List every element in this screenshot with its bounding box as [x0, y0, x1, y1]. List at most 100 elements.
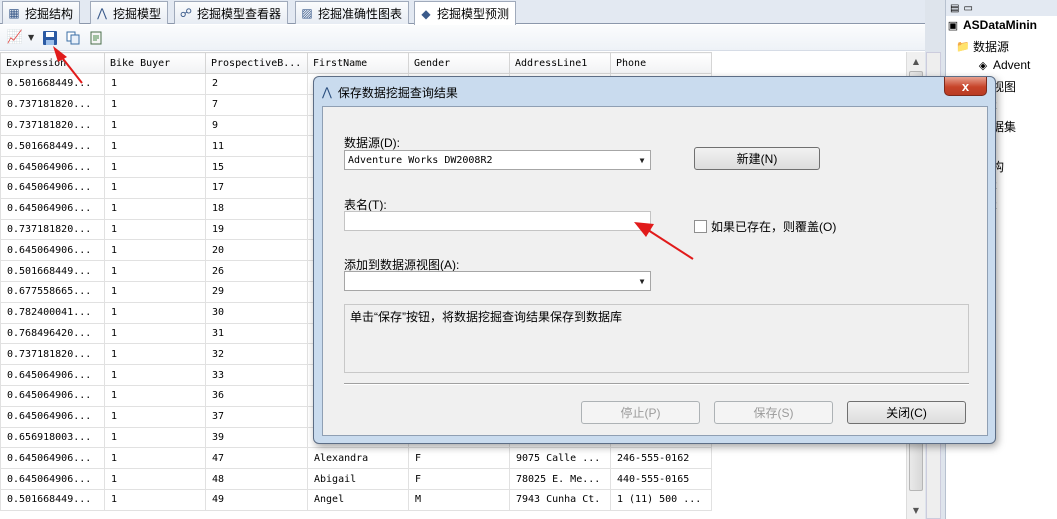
table-cell[interactable]: 0.645064906...	[0, 239, 105, 262]
table-cell[interactable]: 1 (11) 500 ...	[610, 488, 712, 511]
table-cell[interactable]: 246-555-0162	[610, 447, 712, 470]
table-cell[interactable]: 440-555-0165	[610, 468, 712, 490]
table-cell[interactable]: Abigail	[307, 468, 409, 490]
column-header[interactable]: Expression	[0, 52, 105, 74]
table-cell[interactable]: 1	[104, 135, 206, 158]
column-header[interactable]: FirstName	[307, 52, 409, 74]
table-cell[interactable]: 0.737181820...	[0, 114, 105, 137]
table-cell[interactable]: 11	[205, 135, 308, 158]
table-cell[interactable]: 47	[205, 447, 308, 470]
tab-accuracy-chart[interactable]: ▨ 挖掘准确性图表	[295, 1, 410, 24]
table-cell[interactable]: M	[408, 488, 510, 511]
table-cell[interactable]: 2	[205, 73, 308, 95]
table-cell[interactable]: 0.677558665...	[0, 280, 105, 303]
table-cell[interactable]: 0.737181820...	[0, 343, 105, 366]
table-cell[interactable]: 17	[205, 176, 308, 199]
table-cell[interactable]: 19	[205, 218, 308, 241]
datasource-select[interactable]: Adventure Works DW2008R2 ▼	[344, 150, 651, 170]
table-cell[interactable]: 29	[205, 280, 308, 303]
table-cell[interactable]: 1	[104, 343, 206, 366]
table-cell[interactable]: 1	[104, 156, 206, 178]
table-cell[interactable]: 78025 E. Me...	[509, 468, 611, 490]
overwrite-checkbox[interactable]	[694, 220, 707, 233]
save-button[interactable]: 保存(S)	[714, 401, 833, 424]
table-cell[interactable]: 1	[104, 176, 206, 199]
chevron-down-icon[interactable]: ▼	[634, 151, 650, 169]
table-cell[interactable]: 36	[205, 384, 308, 407]
table-cell[interactable]: 1	[104, 114, 206, 137]
stop-button[interactable]: 停止(P)	[581, 401, 700, 424]
table-cell[interactable]: 18	[205, 197, 308, 220]
close-button[interactable]: x	[944, 77, 987, 96]
column-header[interactable]: ProspectiveB...	[205, 52, 308, 74]
table-cell[interactable]: 0.501668449...	[0, 488, 105, 511]
table-cell[interactable]: 1	[104, 218, 206, 241]
table-cell[interactable]: 0.656918003...	[0, 426, 105, 449]
table-row[interactable]: 0.645064906... 1 48 Abigail F 78025 E. Me... 4…	[0, 468, 712, 490]
mode-switch-button[interactable]: 📈	[5, 28, 25, 48]
table-cell[interactable]: 15	[205, 156, 308, 178]
table-cell[interactable]: 0.645064906...	[0, 468, 105, 490]
column-header[interactable]: Bike Buyer	[104, 52, 206, 74]
table-cell[interactable]: 1	[104, 301, 206, 324]
table-cell[interactable]: 7943 Cunha Ct.	[509, 488, 611, 511]
tab-model-viewer[interactable]: ☍ 挖掘模型查看器	[174, 1, 289, 24]
new-file-icon[interactable]: ▭	[963, 3, 972, 14]
copy-button[interactable]	[63, 28, 83, 48]
table-cell[interactable]: 0.782400041...	[0, 301, 105, 324]
column-header[interactable]: Gender	[408, 52, 510, 74]
new-button[interactable]: 新建(N)	[694, 147, 820, 170]
save-query-result-button[interactable]	[40, 28, 60, 48]
explorer-item[interactable]: ▣ ASDataMinin	[946, 18, 1037, 32]
close-dialog-button[interactable]: 关闭(C)	[847, 401, 966, 424]
table-cell[interactable]: 26	[205, 260, 308, 282]
properties-icon[interactable]: ▤	[950, 3, 959, 14]
add-to-dsv-select[interactable]: ▼	[344, 271, 651, 291]
table-cell[interactable]: 1	[104, 322, 206, 345]
table-row[interactable]: 0.645064906... 1 47 Alexandra F 9075 Calle ..…	[0, 447, 712, 470]
table-cell[interactable]: 0.645064906...	[0, 197, 105, 220]
table-cell[interactable]: 31	[205, 322, 308, 345]
table-cell[interactable]: 0.645064906...	[0, 384, 105, 407]
explorer-item[interactable]: ◈ Advent	[976, 58, 1031, 72]
table-cell[interactable]: 1	[104, 93, 206, 116]
table-cell[interactable]: 1	[104, 447, 206, 470]
table-cell[interactable]: 1	[104, 384, 206, 407]
table-cell[interactable]: 1	[104, 426, 206, 449]
table-cell[interactable]: 0.737181820...	[0, 93, 105, 116]
paste-button[interactable]	[86, 28, 106, 48]
table-cell[interactable]: 33	[205, 364, 308, 386]
table-cell[interactable]: 9	[205, 114, 308, 137]
scroll-down-icon[interactable]: ▼	[907, 502, 925, 518]
table-cell[interactable]: 1	[104, 73, 206, 95]
table-cell[interactable]: 0.501668449...	[0, 260, 105, 282]
table-cell[interactable]: F	[408, 447, 510, 470]
table-cell[interactable]: 0.501668449...	[0, 73, 105, 95]
tab-mining-model[interactable]: ⋀ 挖掘模型	[90, 1, 169, 24]
scroll-up-icon[interactable]: ▲	[907, 53, 925, 69]
table-cell[interactable]: Angel	[307, 488, 409, 511]
table-cell[interactable]: 0.501668449...	[0, 135, 105, 158]
table-cell[interactable]: 0.768496420...	[0, 322, 105, 345]
table-cell[interactable]: 0.645064906...	[0, 156, 105, 178]
table-cell[interactable]: 39	[205, 426, 308, 449]
tab-prediction[interactable]: ◆ 挖掘模型预测	[414, 1, 517, 25]
column-header[interactable]: Phone	[610, 52, 712, 74]
table-cell[interactable]: 1	[104, 364, 206, 386]
tab-mining-structure[interactable]: ▦ 挖掘结构	[2, 1, 81, 24]
table-cell[interactable]: 37	[205, 405, 308, 428]
table-cell[interactable]: 20	[205, 239, 308, 262]
table-cell[interactable]: 1	[104, 280, 206, 303]
column-header[interactable]: AddressLine1	[509, 52, 611, 74]
table-cell[interactable]: 0.645064906...	[0, 364, 105, 386]
table-cell[interactable]: 0.645064906...	[0, 176, 105, 199]
table-cell[interactable]: 1	[104, 468, 206, 490]
table-name-input[interactable]	[344, 211, 651, 231]
table-cell[interactable]: 7	[205, 93, 308, 116]
table-cell[interactable]: Alexandra	[307, 447, 409, 470]
mode-switch-dropdown[interactable]: ▼	[28, 33, 37, 42]
overwrite-label[interactable]: 如果已存在，则覆盖(O)	[711, 218, 836, 235]
table-cell[interactable]: 30	[205, 301, 308, 324]
table-cell[interactable]: 32	[205, 343, 308, 366]
table-cell[interactable]: 0.645064906...	[0, 447, 105, 470]
